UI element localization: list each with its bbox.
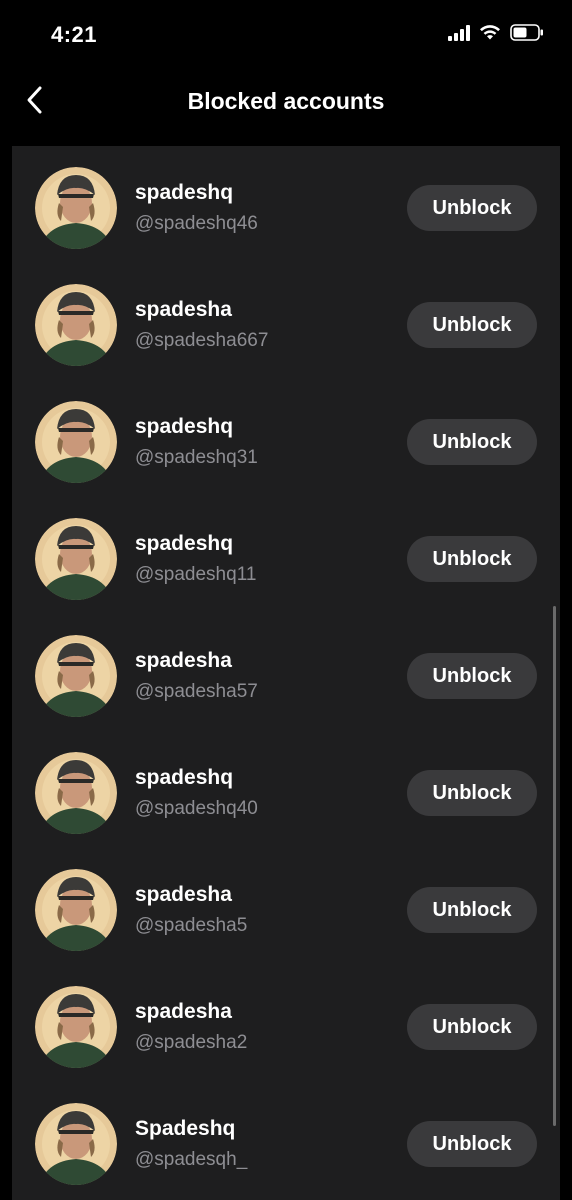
unblock-button[interactable]: Unblock <box>407 419 537 465</box>
status-bar: 4:21 <box>0 0 572 70</box>
account-row: spadeshq @spadeshq11 Unblock <box>12 497 560 614</box>
account-row: spadesha @spadesha2 Unblock <box>12 965 560 1082</box>
avatar[interactable] <box>35 869 117 951</box>
account-row: spadesha @spadesha667 Unblock <box>12 263 560 380</box>
unblock-button[interactable]: Unblock <box>407 302 537 348</box>
status-icons <box>448 24 544 46</box>
account-row: spadeshq @spadeshq40 Unblock <box>12 731 560 848</box>
account-handle: @spadeshq40 <box>135 798 258 819</box>
account-row: spadesha @spadesha5 Unblock <box>12 848 560 965</box>
account-name[interactable]: spadeshq <box>135 532 233 556</box>
wifi-icon <box>479 24 501 46</box>
account-name[interactable]: spadesha <box>135 298 232 322</box>
unblock-button[interactable]: Unblock <box>407 887 537 933</box>
unblock-button[interactable]: Unblock <box>407 653 537 699</box>
scrollbar[interactable] <box>553 606 556 1126</box>
account-name[interactable]: spadesha <box>135 1000 232 1024</box>
status-time: 4:21 <box>51 22 98 47</box>
account-handle: @spadeshq11 <box>135 564 257 585</box>
avatar[interactable] <box>35 752 117 834</box>
unblock-button[interactable]: Unblock <box>407 1004 537 1050</box>
account-handle: @spadeshq46 <box>135 213 258 234</box>
account-handle: @spadesha2 <box>135 1032 248 1053</box>
account-name[interactable]: spadeshq <box>135 181 233 205</box>
avatar[interactable] <box>35 401 117 483</box>
account-handle: @spadesqh_ <box>135 1149 248 1170</box>
account-name[interactable]: spadesha <box>135 883 232 907</box>
account-handle: @spadesha57 <box>135 681 258 702</box>
account-handle: @spadeshq31 <box>135 447 258 468</box>
account-row: Spadeshq @spadesqh_ Unblock <box>12 1082 560 1199</box>
account-handle: @spadesha667 <box>135 330 269 351</box>
unblock-button[interactable]: Unblock <box>407 536 537 582</box>
header: Blocked accounts <box>0 70 572 144</box>
unblock-button[interactable]: Unblock <box>407 770 537 816</box>
account-handle: @spadesha5 <box>135 915 248 936</box>
page-title: Blocked accounts <box>187 88 385 114</box>
account-name[interactable]: spadeshq <box>135 415 233 439</box>
avatar[interactable] <box>35 167 117 249</box>
account-row: spadeshq @spadeshq31 Unblock <box>12 380 560 497</box>
unblock-button[interactable]: Unblock <box>407 185 537 231</box>
avatar[interactable] <box>35 1103 117 1185</box>
account-name[interactable]: Spadeshq <box>135 1117 235 1141</box>
battery-icon <box>510 24 544 46</box>
account-name[interactable]: spadeshq <box>135 766 233 790</box>
avatar[interactable] <box>35 518 117 600</box>
account-row: spadesha @spadesha57 Unblock <box>12 614 560 731</box>
account-name[interactable]: spadesha <box>135 649 232 673</box>
unblock-button[interactable]: Unblock <box>407 1121 537 1167</box>
blocked-accounts-list[interactable]: spadeshq @spadeshq46 Unblock spadesha @s… <box>12 146 560 1200</box>
avatar[interactable] <box>35 986 117 1068</box>
avatar[interactable] <box>35 284 117 366</box>
avatar[interactable] <box>35 635 117 717</box>
signal-icon <box>448 24 470 46</box>
account-row: spadeshq @spadeshq46 Unblock <box>12 146 560 263</box>
